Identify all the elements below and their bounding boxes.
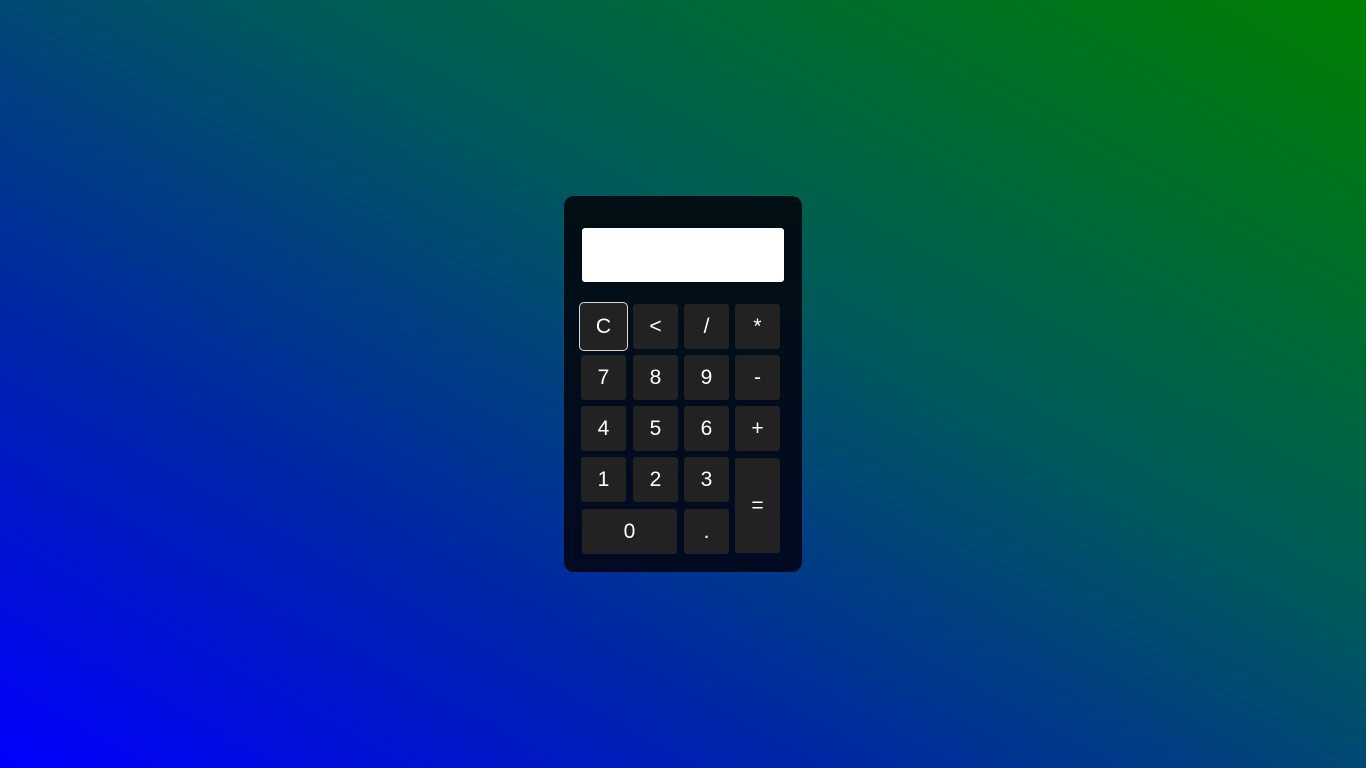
multiply-button[interactable]: * <box>735 304 780 349</box>
backspace-button[interactable]: < <box>633 304 678 349</box>
decimal-button[interactable]: . <box>684 509 729 554</box>
two-button[interactable]: 2 <box>633 457 678 502</box>
calculator-display[interactable] <box>582 228 784 282</box>
clear-button[interactable]: C <box>581 304 626 349</box>
one-button[interactable]: 1 <box>581 457 626 502</box>
six-button[interactable]: 6 <box>684 406 729 451</box>
equals-button[interactable]: = <box>735 458 780 553</box>
calculator: C < / * 7 8 9 - 4 5 6 + 1 2 3 = 0 . <box>564 196 802 572</box>
zero-button[interactable]: 0 <box>582 509 677 554</box>
eight-button[interactable]: 8 <box>633 355 678 400</box>
nine-button[interactable]: 9 <box>684 355 729 400</box>
seven-button[interactable]: 7 <box>581 355 626 400</box>
divide-button[interactable]: / <box>684 304 729 349</box>
subtract-button[interactable]: - <box>735 355 780 400</box>
four-button[interactable]: 4 <box>581 406 626 451</box>
five-button[interactable]: 5 <box>633 406 678 451</box>
three-button[interactable]: 3 <box>684 457 729 502</box>
add-button[interactable]: + <box>735 406 780 451</box>
